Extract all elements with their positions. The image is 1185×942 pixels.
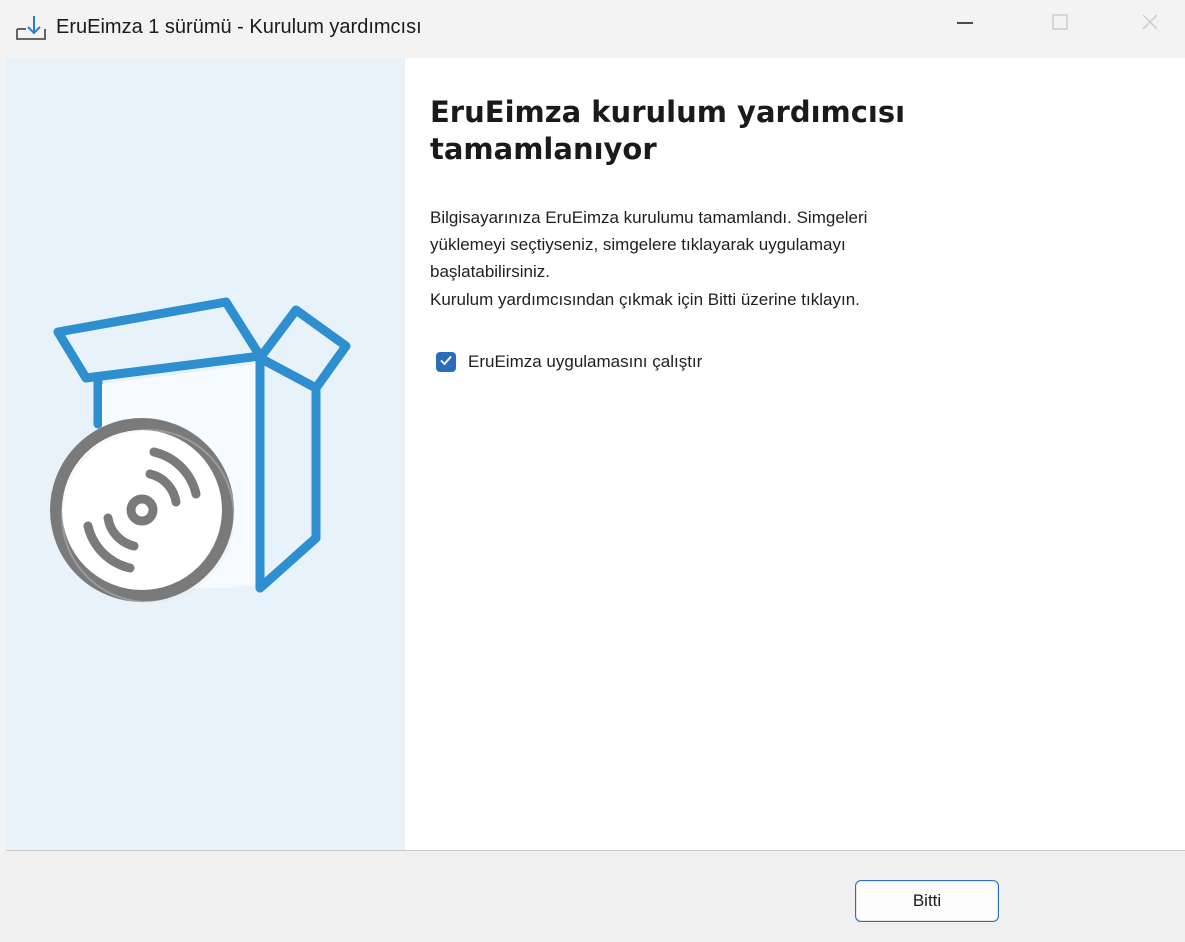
window-title: EruEimza 1 sürümü - Kurulum yardımcısı	[56, 16, 422, 38]
wizard-footer: Bitti	[0, 851, 1185, 942]
run-app-checkbox[interactable]	[436, 352, 456, 372]
close-button[interactable]	[1120, 0, 1180, 48]
completion-message: Bilgisayarınıza EruEimza kurulumu tamaml…	[430, 208, 868, 281]
installer-window: EruEimza 1 sürümü - Kurulum yardımcısı E…	[0, 0, 1185, 942]
minimize-icon	[955, 12, 975, 37]
download-tray-icon	[14, 12, 48, 42]
run-app-checkbox-label[interactable]: EruEimza uygulamasını çalıştır	[468, 352, 702, 372]
finish-button[interactable]: Bitti	[855, 880, 999, 922]
maximize-button[interactable]	[1030, 0, 1090, 48]
installer-box-with-disc-icon	[46, 288, 366, 618]
checkmark-icon	[439, 353, 453, 372]
wizard-sidebar	[6, 58, 405, 850]
exit-instruction: Kurulum yardımcısından çıkmak için Bitti…	[430, 290, 860, 309]
close-icon	[1140, 12, 1160, 37]
title-bar[interactable]: EruEimza 1 sürümü - Kurulum yardımcısı	[0, 0, 1185, 58]
wizard-main: EruEimza kurulum yardımcısı tamamlanıyor…	[430, 58, 1170, 850]
page-title: EruEimza kurulum yardımcısı tamamlanıyor	[430, 95, 906, 166]
maximize-icon	[1050, 12, 1070, 37]
run-app-checkbox-row[interactable]: EruEimza uygulamasını çalıştır	[436, 348, 702, 376]
minimize-button[interactable]	[935, 0, 995, 48]
wizard-content: EruEimza kurulum yardımcısı tamamlanıyor…	[6, 58, 1185, 850]
